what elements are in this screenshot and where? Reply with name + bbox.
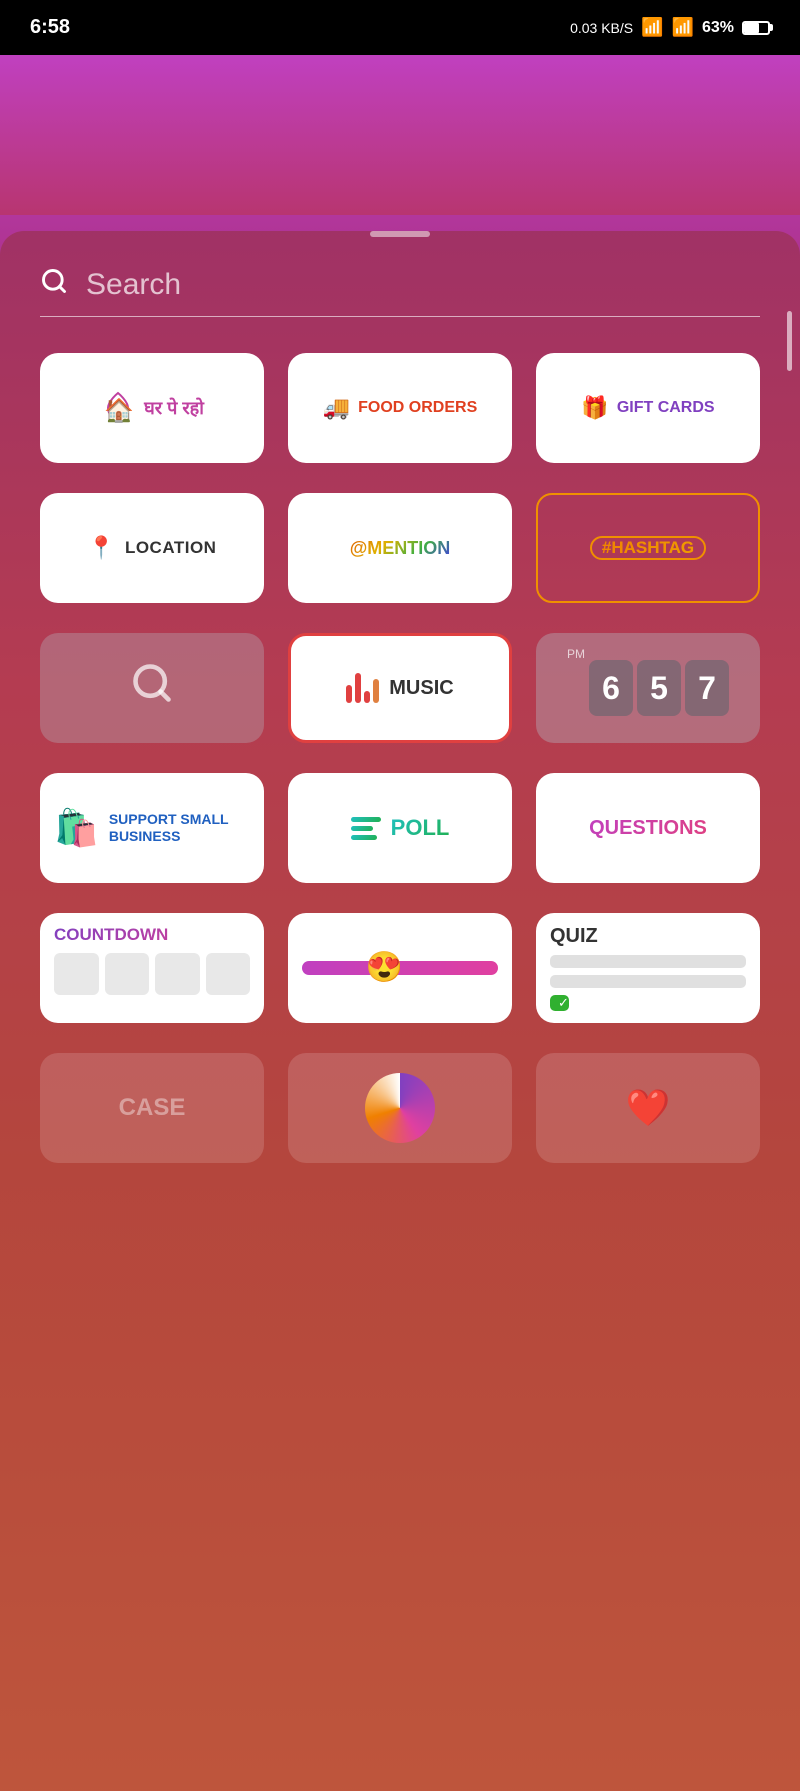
poll-icon (351, 817, 381, 840)
sticker-music[interactable]: MUSIC (288, 633, 512, 743)
countdown-title: COUNTDOWN (54, 925, 168, 945)
small-biz-icon: 🛍️ (54, 807, 99, 849)
time-digit-min2: 7 (685, 660, 729, 716)
sticker-small-biz[interactable]: 🛍️ SUPPORT SMALL BUSINESS (40, 773, 264, 883)
sticker-grid: 🏠 घर पे रहो 🚚 FOOD ORDERS 🎁 GIFT CARDS 📍 (40, 353, 760, 1023)
sticker-emoji-slider[interactable]: 😍 (288, 913, 512, 1023)
battery-percent: 63% (702, 19, 734, 37)
sticker-search-gray[interactable] (40, 633, 264, 743)
emoji-slider-track: 😍 (302, 961, 498, 975)
signal-icon: 📶 (672, 17, 694, 38)
quiz-title: QUIZ (550, 925, 598, 948)
gift-cards-label: GIFT CARDS (617, 399, 715, 417)
quiz-option-2 (550, 975, 746, 988)
top-bleed (0, 55, 800, 215)
network-speed: 0.03 KB/S (570, 20, 633, 36)
music-bars (346, 673, 379, 703)
sticker-quiz[interactable]: QUIZ ✓ (536, 913, 760, 1023)
ghar-pe-raho-label: घर पे रहो (144, 396, 204, 420)
sticker-gift-cards[interactable]: 🎁 GIFT CARDS (536, 353, 760, 463)
sticker-countdown[interactable]: COUNTDOWN (40, 913, 264, 1023)
drag-handle[interactable] (370, 231, 430, 237)
hashtag-label: #HASHTAG (590, 536, 706, 560)
sticker-ghar-pe-raho[interactable]: 🏠 घर पे रहो (40, 353, 264, 463)
poll-line-2 (351, 826, 373, 831)
svg-text:🏠: 🏠 (104, 398, 134, 423)
wifi-icon: 📶 (641, 17, 663, 38)
heart-emoji: ❤️ (626, 1087, 671, 1129)
battery-icon (742, 21, 770, 35)
small-biz-label: SUPPORT SMALL BUSINESS (109, 811, 250, 845)
sticker-heart[interactable]: ❤️ (536, 1053, 760, 1163)
countdown-block-3 (155, 953, 200, 995)
main-container: 🏠 घर पे रहो 🚚 FOOD ORDERS 🎁 GIFT CARDS 📍 (0, 55, 800, 1791)
location-label: LOCATION (125, 538, 217, 558)
quiz-option-1 (550, 955, 746, 968)
countdown-blocks (54, 953, 250, 995)
sticker-location[interactable]: 📍 LOCATION (40, 493, 264, 603)
poll-label: POLL (391, 815, 450, 841)
music-bar-4 (373, 679, 379, 703)
search-input-wrapper (40, 267, 760, 317)
sticker-questions[interactable]: QUESTIONS (536, 773, 760, 883)
scrollbar[interactable] (787, 311, 792, 371)
location-icon: 📍 (88, 535, 115, 561)
bottom-sheet: 🏠 घर पे रहो 🚚 FOOD ORDERS 🎁 GIFT CARDS 📍 (0, 231, 800, 1791)
ghar-icon: 🏠 (100, 387, 136, 430)
countdown-block-4 (206, 953, 251, 995)
questions-label: QUESTIONS (589, 817, 707, 840)
poll-line-3 (351, 835, 377, 840)
case-label: CASE (119, 1094, 186, 1122)
sticker-mention[interactable]: @MENTION (288, 493, 512, 603)
sticker-time[interactable]: PM 6 5 7 (536, 633, 760, 743)
sticker-case[interactable]: CASE (40, 1053, 264, 1163)
time-pm: PM (567, 647, 585, 661)
status-bar-right: 0.03 KB/S 📶 📶 63% (570, 17, 770, 38)
time-digit-min1: 5 (637, 660, 681, 716)
time-digit-hour: 6 (589, 660, 633, 716)
music-bar-3 (364, 691, 370, 703)
sticker-hashtag[interactable]: #HASHTAG (536, 493, 760, 603)
emoji-slider-thumb: 😍 (366, 953, 403, 983)
circle-graphic (365, 1073, 435, 1143)
food-icon: 🚚 (323, 395, 350, 421)
poll-line-1 (351, 817, 381, 822)
music-bar-2 (355, 673, 361, 703)
mention-label: @MENTION (350, 538, 451, 559)
search-icon (40, 267, 68, 302)
sticker-poll[interactable]: POLL (288, 773, 512, 883)
row6: CASE ❤️ (40, 1053, 760, 1163)
search-container (40, 267, 760, 317)
music-label: MUSIC (389, 677, 453, 700)
status-time: 6:58 (30, 16, 70, 39)
sticker-food-orders[interactable]: 🚚 FOOD ORDERS (288, 353, 512, 463)
music-bar-1 (346, 685, 352, 703)
status-bar: 6:58 0.03 KB/S 📶 📶 63% (0, 0, 800, 55)
quiz-option-correct: ✓ (550, 995, 569, 1011)
sticker-circle-graphic[interactable] (288, 1053, 512, 1163)
countdown-block-2 (105, 953, 150, 995)
gift-icon: 🎁 (581, 395, 608, 421)
search-input[interactable] (86, 268, 760, 302)
food-orders-label: FOOD ORDERS (358, 399, 477, 417)
search-gray-icon (130, 661, 174, 715)
countdown-block-1 (54, 953, 99, 995)
